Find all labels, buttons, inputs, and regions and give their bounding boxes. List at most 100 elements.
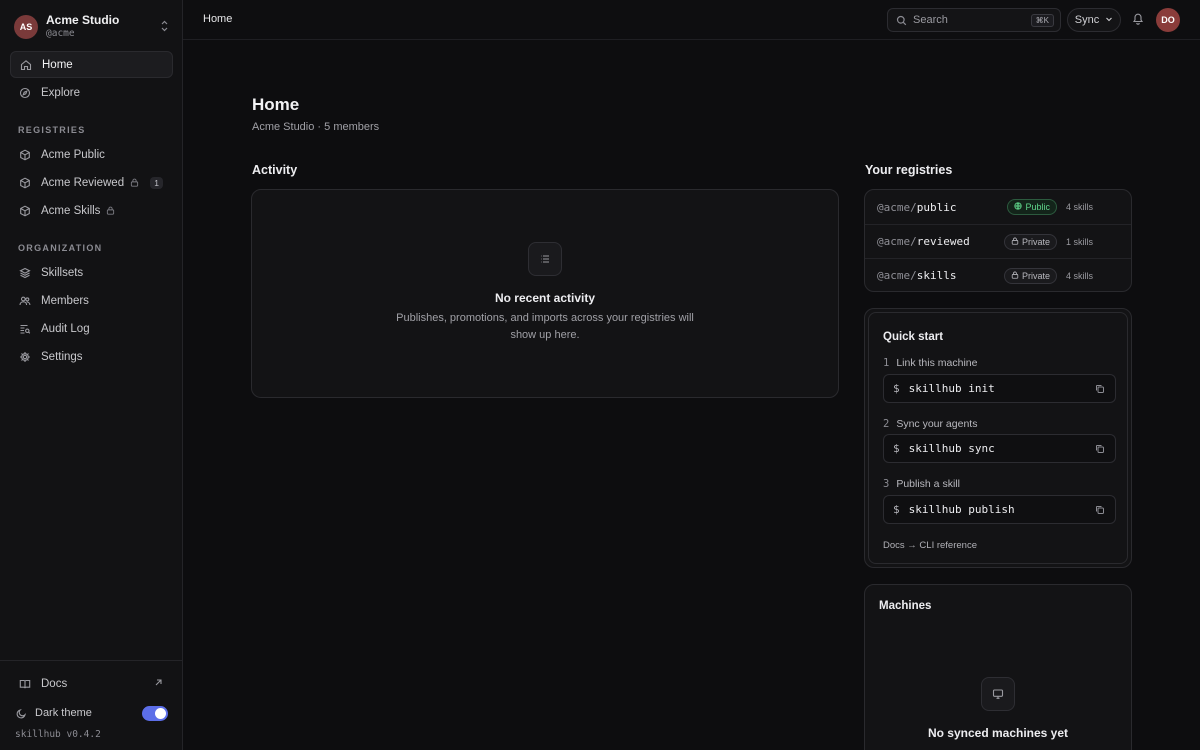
copy-icon[interactable] <box>1095 384 1105 394</box>
package-icon <box>18 204 32 218</box>
sidebar-item-label: Members <box>41 294 89 307</box>
command-box[interactable]: $ skillhub publish <box>883 495 1116 524</box>
registries-card: @acme/public Public 4 skills @acme/revie… <box>864 189 1132 292</box>
machines-title: Machines <box>879 600 932 612</box>
sidebar-item-home[interactable]: Home <box>10 51 173 78</box>
topbar: Home Search ⌘K Sync DO <box>183 0 1200 40</box>
sidebar-item-explore[interactable]: Explore <box>10 79 173 106</box>
quick-start-card: Quick start 1 Link this machine $ skillhu… <box>864 308 1132 568</box>
gear-icon <box>18 350 32 364</box>
sidebar-item-acme-public[interactable]: Acme Public <box>10 141 173 168</box>
machines-card: Machines No synced machines yet <box>864 584 1132 750</box>
home-icon <box>19 58 33 72</box>
command-box[interactable]: $ skillhub init <box>883 374 1116 403</box>
compass-icon <box>18 86 32 100</box>
user-avatar[interactable]: DO <box>1156 8 1180 32</box>
shortcut-hint: ⌘K <box>1030 13 1054 27</box>
activity-empty-desc: Publishes, promotions, and imports acros… <box>396 312 694 324</box>
sidebar-item-settings[interactable]: Settings <box>10 343 173 370</box>
registry-row[interactable]: @acme/skills Private 4 skills <box>865 258 1131 291</box>
quick-start-step: 2 Sync your agents <box>883 418 978 430</box>
external-link-icon <box>154 678 163 690</box>
sidebar-item-docs[interactable]: Docs <box>10 670 173 697</box>
skills-count: 4 skills <box>1065 270 1093 281</box>
sidebar-item-label: Explore <box>41 86 80 99</box>
org-avatar: AS <box>14 15 38 39</box>
quick-start-step: 3 Publish a skill <box>883 478 960 490</box>
dark-theme-toggle[interactable] <box>142 705 168 721</box>
search-input[interactable]: Search ⌘K <box>887 8 1061 32</box>
org-switcher[interactable]: AS Acme Studio @acme <box>10 10 173 44</box>
sidebar-item-label: Home <box>42 58 73 71</box>
sidebar-item-label: Docs <box>41 677 68 690</box>
globe-icon <box>1014 202 1023 212</box>
section-label-organization: ORGANIZATION <box>18 243 103 253</box>
machines-empty-title: No synced machines yet <box>927 726 1069 740</box>
command-text: skillhub publish <box>908 503 1015 516</box>
lock-icon <box>106 206 115 215</box>
copy-icon[interactable] <box>1095 444 1105 454</box>
docs-cli-reference-link[interactable]: Docs → CLI reference <box>883 540 977 551</box>
bell-icon[interactable] <box>1132 12 1144 28</box>
command-text: skillhub sync <box>908 442 995 455</box>
theme-label: Dark theme <box>35 707 92 719</box>
registry-name: @acme/reviewed <box>877 235 970 248</box>
sidebar-item-acme-skills[interactable]: Acme Skills <box>10 197 173 224</box>
org-name: Acme Studio <box>46 13 120 27</box>
chevron-down-icon <box>1105 14 1113 26</box>
visibility-badge: Private <box>1003 267 1057 284</box>
visibility-badge: Private <box>1003 233 1057 250</box>
list-icon <box>528 242 562 276</box>
activity-heading: Activity <box>252 163 298 177</box>
section-label-registries: REGISTRIES <box>18 125 86 135</box>
skills-count: 4 skills <box>1065 202 1093 212</box>
registry-name: @acme/skills <box>877 269 957 282</box>
breadcrumb[interactable]: Home <box>203 13 232 25</box>
sidebar-item-label: Skillsets <box>41 266 84 279</box>
search-placeholder: Search <box>913 14 948 26</box>
monitor-icon <box>981 677 1015 711</box>
list-search-icon <box>18 322 32 336</box>
copy-icon[interactable] <box>1095 505 1105 515</box>
moon-icon <box>16 708 27 719</box>
sidebar-item-members[interactable]: Members <box>10 287 173 314</box>
registry-row[interactable]: @acme/reviewed Private 1 skills <box>865 224 1131 258</box>
command-text: skillhub init <box>908 382 995 395</box>
chevron-up-down-icon <box>160 20 169 35</box>
version-text: skillhub v0.4.2 <box>15 729 101 740</box>
skills-count: 1 skills <box>1065 236 1093 247</box>
activity-empty-title: No recent activity <box>494 291 596 305</box>
sidebar-item-label: Acme Reviewed <box>41 176 125 189</box>
registry-row[interactable]: @acme/public Public 4 skills <box>865 190 1131 224</box>
layers-icon <box>18 266 32 280</box>
lock-icon <box>1011 237 1019 247</box>
sidebar-item-label: Acme Public <box>41 148 105 161</box>
sidebar-item-label: Acme Skills <box>41 204 101 217</box>
sync-button[interactable]: Sync <box>1067 8 1121 32</box>
theme-row: Dark theme <box>16 705 168 721</box>
sidebar-footer: Docs Dark theme skillhub v0.4.2 <box>0 660 182 750</box>
package-icon <box>18 176 32 190</box>
activity-empty-desc-2: show up here. <box>510 329 580 341</box>
book-icon <box>18 677 32 691</box>
lock-icon <box>130 178 139 187</box>
registry-name: @acme/public <box>877 200 957 214</box>
sidebar-item-audit-log[interactable]: Audit Log <box>10 315 173 342</box>
users-icon <box>18 294 32 308</box>
sidebar-item-label: Audit Log <box>41 322 90 335</box>
sidebar-item-acme-reviewed[interactable]: Acme Reviewed 1 <box>10 169 173 196</box>
your-registries-heading: Your registries <box>865 163 953 177</box>
count-badge: 1 <box>150 176 163 189</box>
sync-label: Sync <box>1074 14 1100 26</box>
sidebar-item-label: Settings <box>41 350 83 363</box>
activity-card: No recent activity Publishes, promotions… <box>251 189 839 398</box>
sidebar-item-skillsets[interactable]: Skillsets <box>10 259 173 286</box>
page-subtitle: Acme Studio · 5 members <box>252 121 380 133</box>
command-box[interactable]: $ skillhub sync <box>883 434 1116 463</box>
quick-start-title: Quick start <box>883 331 944 343</box>
package-icon <box>18 148 32 162</box>
org-handle: @acme <box>46 28 75 39</box>
page-title: Home <box>252 95 300 114</box>
quick-start-step: 1 Link this machine <box>883 357 978 369</box>
sidebar: AS Acme Studio @acme Home Explore REGIST… <box>0 0 183 750</box>
